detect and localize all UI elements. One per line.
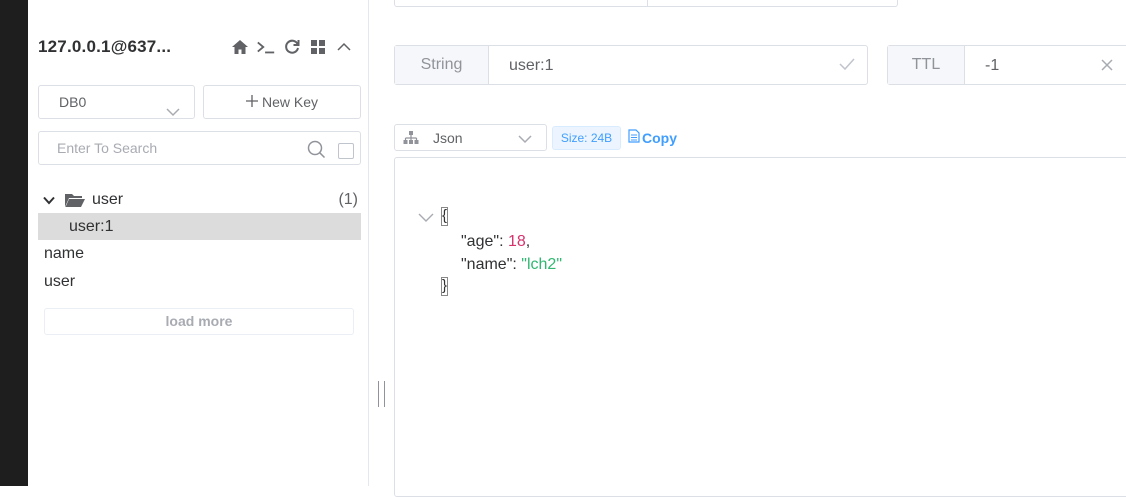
tree-key-selected[interactable]: user:1 bbox=[38, 213, 361, 240]
json-sep: : bbox=[512, 256, 522, 273]
exact-match-checkbox[interactable] bbox=[338, 143, 354, 159]
fold-chevron-icon[interactable] bbox=[417, 207, 435, 230]
folder-open-icon bbox=[64, 192, 86, 208]
key-type-label: String bbox=[395, 46, 489, 84]
connection-title[interactable]: 127.0.0.1@637... bbox=[38, 37, 171, 57]
ttl-input[interactable]: -1 bbox=[985, 57, 999, 75]
search-input[interactable] bbox=[57, 140, 287, 156]
copy-label: Copy bbox=[642, 129, 677, 146]
connection-toolbar bbox=[230, 37, 354, 57]
json-key: "age" bbox=[461, 233, 500, 250]
tree-key-item[interactable]: user bbox=[38, 268, 361, 296]
search-box bbox=[38, 131, 361, 165]
home-icon[interactable] bbox=[230, 37, 250, 57]
load-more-button[interactable]: load more bbox=[44, 308, 354, 335]
grid-icon[interactable] bbox=[308, 37, 328, 57]
chevron-down-icon bbox=[518, 131, 532, 147]
json-number-value: 18 bbox=[507, 233, 526, 250]
panel-resize-handle[interactable] bbox=[378, 381, 385, 407]
format-value: Json bbox=[433, 130, 463, 146]
json-key: "name" bbox=[461, 256, 513, 273]
new-key-button[interactable]: New Key bbox=[203, 85, 361, 119]
json-line: "age": 18, bbox=[461, 230, 530, 253]
json-string-value: "lch2" bbox=[521, 256, 562, 273]
terminal-icon[interactable] bbox=[256, 37, 276, 57]
close-icon[interactable] bbox=[1100, 56, 1114, 77]
check-icon[interactable] bbox=[839, 57, 855, 76]
document-icon bbox=[628, 129, 640, 146]
json-close-brace: } bbox=[441, 277, 448, 296]
chevron-up-icon[interactable] bbox=[334, 37, 354, 57]
key-name-input[interactable]: user:1 bbox=[509, 57, 553, 75]
chevron-down-icon[interactable] bbox=[40, 196, 58, 205]
top-partial-input bbox=[394, 0, 898, 7]
json-line: "name": "lch2" bbox=[461, 253, 562, 276]
refresh-icon[interactable] bbox=[282, 37, 302, 57]
tree-folder-user[interactable]: user (1) bbox=[38, 187, 361, 213]
tree-key-item[interactable]: name bbox=[38, 240, 361, 268]
divider bbox=[647, 0, 648, 6]
new-key-label: New Key bbox=[261, 94, 319, 110]
json-editor[interactable]: { "age": 18, "name": "lch2" } bbox=[394, 157, 1126, 497]
json-open-brace: { bbox=[441, 207, 448, 226]
db-select[interactable]: DB0 bbox=[38, 85, 195, 119]
sidebar: 127.0.0.1@637... DB0 New Key Enter To Se… bbox=[28, 0, 369, 486]
tree-folder-count: (1) bbox=[338, 191, 358, 208]
json-comma: , bbox=[525, 233, 531, 250]
search-icon[interactable] bbox=[307, 140, 326, 164]
left-dark-strip bbox=[0, 0, 28, 486]
format-select[interactable]: Json bbox=[394, 124, 547, 151]
key-tree: user (1) user:1 name user bbox=[38, 187, 361, 296]
json-sep: : bbox=[499, 233, 508, 250]
ttl-label: TTL bbox=[888, 46, 965, 84]
chevron-down-icon bbox=[166, 96, 180, 128]
size-tag: Size: 24B bbox=[552, 126, 621, 150]
copy-button[interactable]: Copy bbox=[628, 129, 677, 146]
plus-icon bbox=[245, 94, 258, 110]
tree-folder-label: user bbox=[92, 191, 124, 208]
tree-structure-icon bbox=[403, 131, 419, 148]
ttl-group: TTL -1 bbox=[887, 45, 1126, 85]
key-type-group: String user:1 bbox=[394, 45, 868, 85]
db-select-value: DB0 bbox=[59, 94, 87, 110]
